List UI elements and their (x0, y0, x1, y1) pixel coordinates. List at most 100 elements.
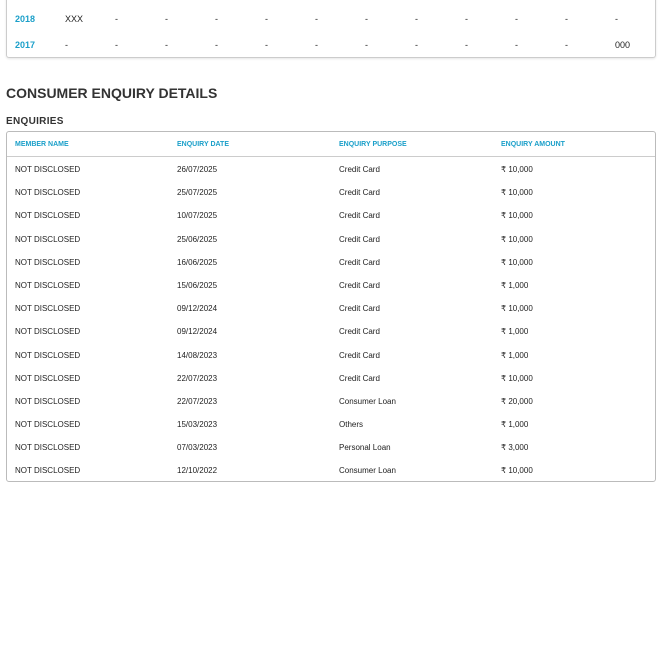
table-cell: Others (339, 420, 364, 430)
table-cell: ₹ 10,000 (501, 304, 533, 314)
table-cell: 16/06/2025 (177, 257, 218, 267)
table-cell: NOT DISCLOSED (15, 211, 81, 221)
table-cell: 09/12/2024 (177, 327, 218, 337)
column-header: ENQUIRY DATE (177, 141, 229, 148)
history-cell: - (115, 14, 118, 24)
table-cell: NOT DISCLOSED (15, 327, 81, 337)
table-row: NOT DISCLOSED 16/06/2025 Credit Card ₹ 10,0… (7, 250, 655, 273)
table-row: NOT DISCLOSED 15/03/2023 Others ₹ 1,000 (7, 412, 655, 435)
table-cell: 22/07/2023 (177, 373, 218, 383)
table-cell: Credit Card (339, 188, 380, 198)
table-cell: Credit Card (339, 257, 380, 267)
table-row: NOT DISCLOSED 14/08/2023 Credit Card ₹ 1,00… (7, 343, 655, 366)
table-cell: 07/03/2023 (177, 443, 218, 453)
history-cell: - (415, 14, 418, 24)
history-cell: - (565, 40, 568, 50)
table-cell: Credit Card (339, 165, 380, 174)
table-row: NOT DISCLOSED 10/07/2025 Credit Card ₹ 10,0… (7, 203, 655, 226)
table-cell: ₹ 10,000 (501, 234, 533, 244)
table-cell: ₹ 1,000 (501, 327, 529, 337)
table-cell: 15/03/2023 (177, 420, 218, 430)
history-cell: - (115, 40, 118, 50)
table-row: NOT DISCLOSED 22/07/2023 Consumer Loan ₹ 20… (7, 389, 655, 412)
history-cell: - (165, 14, 168, 24)
table-row: NOT DISCLOSED 12/10/2022 Consumer Loan ₹ 10… (7, 458, 655, 481)
table-cell: NOT DISCLOSED (15, 280, 81, 290)
table-cell: ₹ 10,000 (501, 165, 533, 174)
table-row: NOT DISCLOSED 09/12/2024 Credit Card ₹ 10,0… (7, 296, 655, 319)
table-cell: NOT DISCLOSED (15, 420, 81, 430)
table-cell: 15/06/2025 (177, 280, 218, 290)
column-header: MEMBER NAME (15, 141, 69, 148)
table-cell: NOT DISCLOSED (15, 466, 81, 476)
table-cell: ₹ 1,000 (501, 350, 529, 360)
history-cell: - (365, 40, 368, 50)
history-cell: - (65, 40, 68, 50)
history-cell: - (615, 14, 618, 24)
history-cell: - (465, 14, 468, 24)
table-cell: 25/06/2025 (177, 234, 218, 244)
table-cell: NOT DISCLOSED (15, 257, 81, 267)
table-cell: Consumer Loan (339, 396, 396, 406)
table-cell: 25/07/2025 (177, 188, 218, 198)
table-cell: NOT DISCLOSED (15, 188, 81, 198)
table-row: NOT DISCLOSED 07/03/2023 Personal Loan ₹ 3,… (7, 435, 655, 458)
column-header: ENQUIRY PURPOSE (339, 141, 407, 148)
table-cell: ₹ 1,000 (501, 420, 529, 430)
table-cell: Credit Card (339, 280, 380, 290)
table-cell: 10/07/2025 (177, 211, 218, 221)
history-cell: - (465, 40, 468, 50)
table-cell: Personal Loan (339, 443, 391, 453)
history-cell: - (515, 14, 518, 24)
column-header: ENQUIRY AMOUNT (501, 141, 565, 148)
table-row: NOT DISCLOSED 15/06/2025 Credit Card ₹ 1,00… (7, 273, 655, 296)
table-row: NOT DISCLOSED 09/12/2024 Credit Card ₹ 1,00… (7, 319, 655, 342)
table-cell: 09/12/2024 (177, 304, 218, 314)
history-row: 2017 - - - - - - - - - - - 000 (7, 40, 655, 66)
table-row: NOT DISCLOSED 25/07/2025 Credit Card ₹ 10,0… (7, 180, 655, 203)
history-cell: - (165, 40, 168, 50)
table-cell: ₹ 10,000 (501, 373, 533, 383)
table-cell: NOT DISCLOSED (15, 443, 81, 453)
year-label: 2017 (15, 40, 36, 50)
table-cell: Consumer Loan (339, 466, 396, 476)
table-cell: ₹ 1,000 (501, 280, 529, 290)
section-title: CONSUMER ENQUIRY DETAILS (6, 85, 218, 101)
table-cell: 14/08/2023 (177, 350, 218, 360)
table-cell: ₹ 10,000 (501, 211, 533, 221)
history-cell: - (565, 14, 568, 24)
history-cell: - (315, 14, 318, 24)
year-label: 2018 (15, 14, 36, 24)
table-cell: 12/10/2022 (177, 466, 218, 476)
table-header: MEMBER NAME ENQUIRY DATE ENQUIRY PURPOSE… (7, 132, 655, 157)
table-cell: 26/07/2025 (177, 165, 218, 174)
table-cell: NOT DISCLOSED (15, 304, 81, 314)
table-cell: Credit Card (339, 327, 380, 337)
table-cell: ₹ 10,000 (501, 257, 533, 267)
table-cell: NOT DISCLOSED (15, 350, 81, 360)
table-cell: NOT DISCLOSED (15, 165, 81, 174)
history-cell: - (515, 40, 518, 50)
table-cell: ₹ 10,000 (501, 466, 533, 476)
table-cell: NOT DISCLOSED (15, 396, 81, 406)
history-cell: - (315, 40, 318, 50)
table-row: NOT DISCLOSED 22/07/2023 Credit Card ₹ 10,0… (7, 366, 655, 389)
history-cell: - (215, 40, 218, 50)
table-cell: NOT DISCLOSED (15, 234, 81, 244)
table-cell: 22/07/2023 (177, 396, 218, 406)
table-cell: Credit Card (339, 211, 380, 221)
table-cell: ₹ 10,000 (501, 188, 533, 198)
enquiries-table: MEMBER NAME ENQUIRY DATE ENQUIRY PURPOSE… (6, 131, 656, 482)
history-cell: XXX (65, 14, 84, 24)
table-cell: NOT DISCLOSED (15, 373, 81, 383)
table-cell: ₹ 3,000 (501, 443, 529, 453)
table-row: NOT DISCLOSED 25/06/2025 Credit Card ₹ 10,0… (7, 227, 655, 250)
history-cell: - (215, 14, 218, 24)
table-cell: Credit Card (339, 304, 380, 314)
history-row: 2018 XXX - - - - - - - - - - - (7, 14, 655, 40)
table-cell: Credit Card (339, 234, 380, 244)
payment-history-table: 2018 XXX - - - - - - - - - - - 2017 - - - - - - - - - - - 000 (6, 0, 656, 58)
history-cell: - (365, 14, 368, 24)
table-row: NOT DISCLOSED 26/07/2025 Credit Card ₹ 10,0… (7, 157, 655, 180)
subsection-title: ENQUIRIES (6, 116, 64, 127)
